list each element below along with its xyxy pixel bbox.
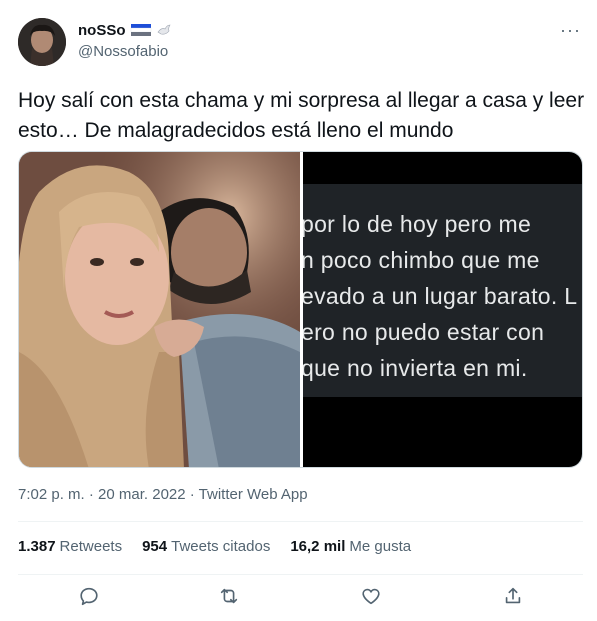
divider-line: [18, 574, 583, 575]
author-username[interactable]: @Nossofabio: [78, 43, 172, 60]
screenshot-line: por lo de hoy pero me: [303, 211, 532, 237]
author-display-name[interactable]: noSSo: [78, 20, 172, 40]
tweet-time[interactable]: 7:02 p. m.: [18, 486, 85, 503]
reply-icon[interactable]: [78, 585, 102, 609]
likes-stat[interactable]: 16,2 mil Me gusta: [290, 538, 411, 555]
tweet-stats: 1.387 Retweets 954 Tweets citados 16,2 mil…: [18, 538, 411, 555]
retweet-icon[interactable]: [218, 585, 242, 609]
retweets-count: 1.387: [18, 538, 56, 555]
screenshot-text: por lo de hoy pero me n poco chimbo que …: [303, 206, 577, 386]
selfie-photo[interactable]: [19, 152, 300, 467]
tweet-date[interactable]: 20 mar. 2022: [98, 486, 186, 503]
tweet-text: Hoy salí con esta chama y mi sorpresa al…: [18, 89, 585, 142]
meta-separator: ·: [84, 486, 99, 503]
display-name-text: noSSo: [78, 21, 126, 39]
quotes-count: 954: [142, 538, 168, 555]
tweet-actions: [0, 585, 597, 613]
meta-separator: ·: [185, 486, 199, 503]
screenshot-line: ero no puedo estar con: [303, 319, 545, 345]
screenshot-photo[interactable]: por lo de hoy pero me n poco chimbo que …: [303, 152, 582, 467]
author-info[interactable]: noSSo @Nossofabio: [78, 20, 172, 60]
screenshot-line: evado a un lugar barato. L: [303, 283, 578, 309]
retweets-stat[interactable]: 1.387 Retweets: [18, 538, 122, 555]
avatar[interactable]: [18, 18, 66, 66]
quotes-label: Tweets citados: [171, 538, 271, 555]
dove-icon: [157, 24, 171, 35]
divider-line: [18, 521, 583, 522]
tweet-source[interactable]: Twitter Web App: [199, 486, 308, 503]
flag-icon: [130, 24, 151, 36]
quotes-stat[interactable]: 954 Tweets citados: [142, 538, 270, 555]
share-icon[interactable]: [502, 585, 526, 609]
selfie-illustration: [19, 152, 300, 467]
more-horizontal-icon[interactable]: ···: [560, 20, 581, 41]
avatar-image: [18, 18, 66, 66]
likes-count: 16,2 mil: [290, 538, 346, 555]
likes-label: Me gusta: [349, 538, 412, 555]
tweet-media[interactable]: por lo de hoy pero me n poco chimbo que …: [18, 151, 583, 468]
tweet-meta: 7:02 p. m. · 20 mar. 2022 · Twitter Web …: [18, 486, 308, 503]
screenshot-line: n poco chimbo que me: [303, 247, 540, 273]
screenshot-line: que no invierta en mi.: [303, 355, 528, 381]
retweets-label: Retweets: [59, 538, 123, 555]
heart-icon[interactable]: [360, 585, 384, 609]
